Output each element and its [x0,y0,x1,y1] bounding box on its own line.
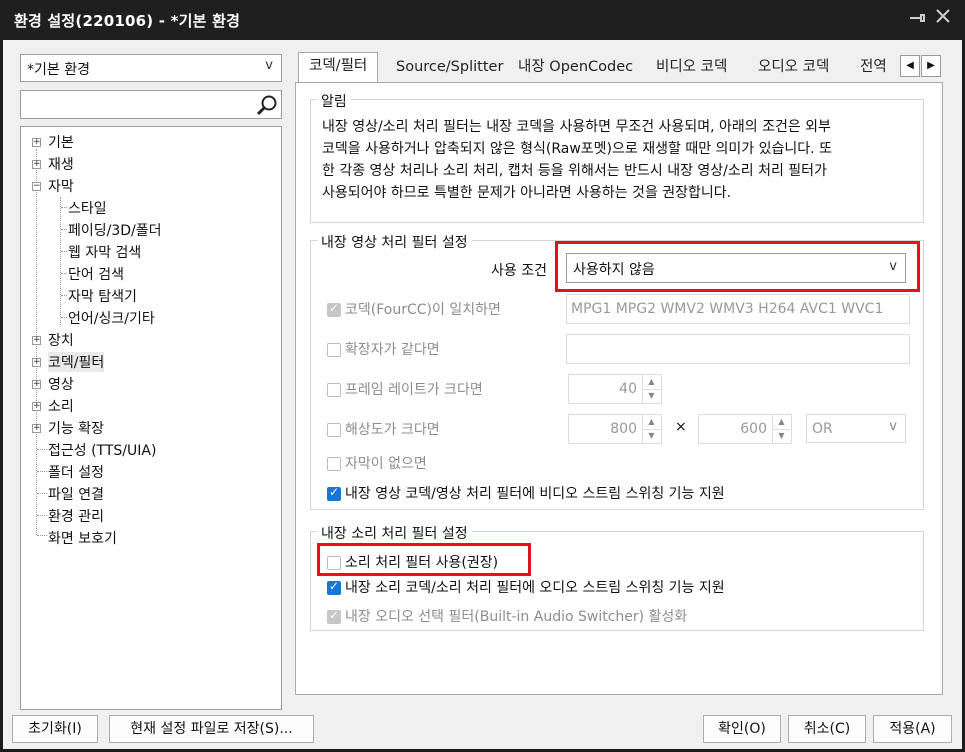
chevron-down-icon: v [265,58,273,73]
no-subtitle-checkbox[interactable] [327,457,341,471]
resolution-label: 해상도가 크다면 [345,422,440,438]
tab-global[interactable]: 전역 [860,54,887,82]
resolution-checkbox[interactable] [327,423,341,437]
expand-icon[interactable]: + [32,424,41,433]
video-filter-title: 내장 영상 처리 필터 설정 [317,232,472,252]
tree-item-word-search[interactable]: 단어 검색 [68,264,124,284]
codec-fourcc-checkbox[interactable]: ✓ [327,301,341,317]
tab-codec-filter[interactable]: 코덱/필터 [298,52,379,83]
resolution-operator-select[interactable]: OR v [806,414,906,443]
tab-source-splitter[interactable]: Source/Splitter [396,54,503,82]
use-condition-label: 사용 조건 [491,263,547,279]
notice-line: 사용되어야 하므로 특별한 문제가 아니라면 사용하는 것을 권장합니다. [322,185,732,201]
resolution-height-value: 600 [740,421,767,437]
ok-button[interactable]: 확인(O) [703,715,781,743]
resolution-operator-value: OR [812,421,833,437]
audio-stream-switch-label: 내장 소리 코덱/소리 처리 필터에 오디오 스트림 스위칭 기능 지원 [345,580,725,596]
highlight-box [317,543,531,576]
title-bar[interactable]: 환경 설정(220106) - *기본 환경 [0,0,965,40]
expand-icon[interactable]: + [32,380,41,389]
search-icon[interactable] [256,94,278,120]
tree-item-language-sync[interactable]: 언어/싱크/기타 [68,308,155,328]
notice-title: 알림 [317,91,351,111]
tree-item-screensaver[interactable]: 화면 보호기 [48,528,117,548]
tree-item-style[interactable]: 스타일 [68,198,107,218]
expand-icon[interactable]: + [32,160,41,169]
settings-window: 환경 설정(220106) - *기본 환경 *기본 환경 v + 기본 + 재… [0,0,965,752]
tab-opencodec[interactable]: 내장 OpenCodec [518,54,633,82]
notice-line: 내장 영상/소리 처리 필터는 내장 코덱을 사용하면 무조건 사용되며, 아래… [322,119,831,135]
audio-stream-switch-checkbox[interactable]: ✓ [327,579,341,595]
audio-switcher-label: 내장 오디오 선택 필터(Built-in Audio Switcher) 활성… [345,609,688,625]
settings-tree[interactable]: + 기본 + 재생 − 자막 스타일 페이딩/3D/폴더 웹 자막 검색 단어 … [20,126,282,710]
spin-up-icon[interactable]: ▲ [773,415,790,430]
extension-field[interactable] [566,334,910,364]
tab-video-codec[interactable]: 비디오 코덱 [656,54,727,82]
codec-fourcc-field[interactable]: MPG1 MPG2 WMV2 WMV3 H264 AVC1 WVC1 [566,294,910,324]
tree-item-extension[interactable]: 기능 확장 [48,418,104,438]
tree-item-codec-filter[interactable]: 코덱/필터 [48,352,105,372]
preset-value: *기본 환경 [27,62,90,78]
cancel-button[interactable]: 취소(C) [788,715,866,743]
tab-scroll-left-icon[interactable]: ◀ [900,55,920,77]
tree-item-web-subtitle[interactable]: 웹 자막 검색 [68,242,141,262]
expand-icon[interactable]: + [32,358,41,367]
tree-item-audio[interactable]: 소리 [48,396,74,416]
framerate-stepper[interactable]: 40 ▲ ▼ [568,374,662,404]
tree-item-accessibility[interactable]: 접근성 (TTS/UIA) [48,440,156,460]
collapse-icon[interactable]: − [32,182,41,191]
tree-item-file-assoc[interactable]: 파일 연결 [48,484,104,504]
extension-checkbox[interactable] [327,343,341,357]
tree-item-video[interactable]: 영상 [48,374,74,394]
audio-filter-title: 내장 소리 처리 필터 설정 [317,523,472,543]
preset-select[interactable]: *기본 환경 v [20,54,282,82]
codec-fourcc-value: MPG1 MPG2 WMV2 WMV3 H264 AVC1 WVC1 [571,301,884,317]
dialog-body: *기본 환경 v + 기본 + 재생 − 자막 스타일 페이딩/3D/폴더 웹 [3,40,962,749]
spin-up-icon[interactable]: ▲ [643,375,660,390]
no-subtitle-label: 자막이 없으면 [345,456,427,472]
codec-fourcc-label: 코덱(FourCC)이 일치하면 [345,302,501,318]
video-stream-switch-checkbox[interactable]: ✓ [327,485,341,501]
expand-icon[interactable]: + [32,138,41,147]
extension-label: 확장자가 같다면 [345,342,440,358]
spin-down-icon[interactable]: ▼ [643,429,660,443]
tree-item-playback[interactable]: 재생 [48,154,74,174]
tree-item-env-manage[interactable]: 환경 관리 [48,506,104,526]
search-input[interactable] [20,90,282,119]
resolution-width-value: 800 [610,421,637,437]
expand-icon[interactable]: + [32,402,41,411]
framerate-checkbox[interactable] [327,383,341,397]
tab-audio-codec[interactable]: 오디오 코덱 [758,54,829,82]
tree-item-basic[interactable]: 기본 [48,132,74,152]
notice-line: 코덱을 사용하거나 압축되지 않은 형식(Raw포멧)으로 재생할 때만 의미가… [322,141,832,157]
video-stream-switch-label: 내장 영상 코덱/영상 처리 필터에 비디오 스트림 스위칭 기능 지원 [345,486,725,502]
spin-up-icon[interactable]: ▲ [643,415,660,430]
tree-item-subtitle[interactable]: 자막 [48,176,74,196]
tab-panel: 알림 내장 영상/소리 처리 필터는 내장 코덱을 사용하면 무조건 사용되며,… [295,82,943,695]
chevron-down-icon: v [889,419,897,434]
apply-button[interactable]: 적용(A) [873,715,952,743]
window-title: 환경 설정(220106) - *기본 환경 [14,12,241,30]
notice-text: 내장 영상/소리 처리 필터는 내장 코덱을 사용하면 무조건 사용되며, 아래… [322,116,922,204]
tree-item-subtitle-explorer[interactable]: 자막 탐색기 [68,286,137,306]
save-as-button[interactable]: 현재 설정 파일로 저장(S)... [109,715,314,743]
tree-item-folder[interactable]: 폴더 설정 [48,462,104,482]
resolution-width-stepper[interactable]: 800 ▲ ▼ [568,414,662,444]
tree-item-fading[interactable]: 페이딩/3D/폴더 [68,220,162,240]
framerate-value: 40 [619,381,637,397]
tab-scroll-right-icon[interactable]: ▶ [921,55,941,77]
spin-down-icon[interactable]: ▼ [773,429,790,443]
resolution-times: × [675,419,687,435]
notice-line: 한 각종 영상 처리나 소리 처리, 캡처 등을 위해서는 반드시 내장 영상/… [322,163,827,179]
close-icon[interactable] [935,8,951,29]
pin-icon[interactable] [909,9,927,32]
framerate-label: 프레임 레이트가 크다면 [345,382,483,398]
audio-switcher-checkbox[interactable]: ✓ [327,608,341,624]
expand-icon[interactable]: + [32,336,41,345]
spin-down-icon[interactable]: ▼ [643,389,660,403]
reset-button[interactable]: 초기화(I) [12,715,98,743]
resolution-height-stepper[interactable]: 600 ▲ ▼ [698,414,792,444]
tree-item-device[interactable]: 장치 [48,330,74,350]
highlight-box [555,241,920,292]
